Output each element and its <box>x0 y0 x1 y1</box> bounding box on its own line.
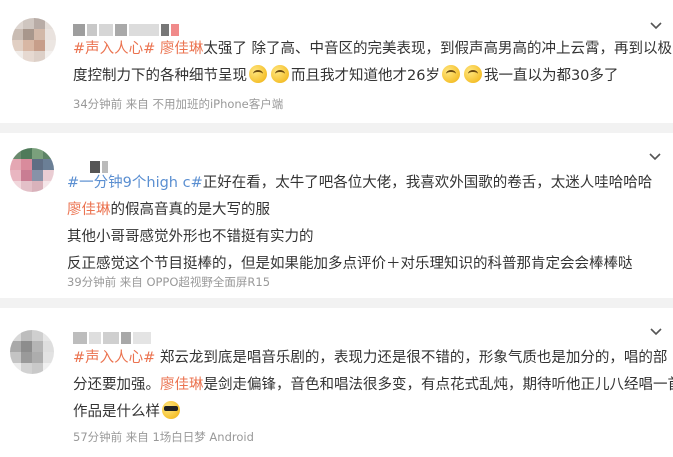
comment-meta: 57分钟前 来自 1场白日梦 Android <box>73 430 254 444</box>
comment-card-2: #一分钟9个high c#正好在看，太牛了吧各位大佬，我喜欢外国歌的卷舌，太迷人… <box>0 133 673 298</box>
topic-link[interactable]: #声入人心# <box>73 41 155 57</box>
chevron-down-icon[interactable] <box>649 153 661 165</box>
smirk-emoji-icon <box>441 65 460 83</box>
comment-line: 其他小哥哥感觉外形也不错挺有实力的 <box>67 224 652 251</box>
chevron-down-icon[interactable] <box>650 328 662 340</box>
comment-text-segment: 反正感觉这个节目挺棒的，但是如果能加多点评价＋对乐理知识的科普那肯定会会棒棒哒 <box>67 256 633 272</box>
chevron-down-icon[interactable] <box>650 22 662 34</box>
comment-text: #声入人心# 郑云龙到底是唱音乐剧的，表现力还是很不错的，形象气质也是加分的，唱… <box>73 345 673 426</box>
comment-text-segment: 分还要加强。 <box>73 377 160 393</box>
comment-card-1: #声入人心# 廖佳琳太强了 除了高、中音区的完美表现，到假声高男高的冲上云霄，再… <box>0 0 673 123</box>
comment-meta: 34分钟前 来自 不用加班的iPhone客户端 <box>73 97 284 111</box>
cool-emoji-icon <box>162 401 180 419</box>
comment-line: #声入人心# 郑云龙到底是唱音乐剧的，表现力还是很不错的，形象气质也是加分的，唱… <box>73 345 673 372</box>
comment-line: 度控制力下的各种细节呈现 而且我才知道他才26岁 我一直以为都30多了 <box>73 63 672 90</box>
comment-text-segment: 其他小哥哥感觉外形也不错挺有实力的 <box>67 229 314 245</box>
comment-line: 作品是什么样 <box>73 399 673 426</box>
username-redacted[interactable] <box>73 19 181 36</box>
comment-text-segment: 郑云龙到底是唱音乐剧的，表现力还是很不错的，形象气质也是加分的，唱的部 <box>155 350 668 366</box>
separator <box>0 123 673 133</box>
topic-link[interactable]: #一分钟9个high c# <box>67 175 203 191</box>
comment-line: #声入人心# 廖佳琳太强了 除了高、中音区的完美表现，到假声高男高的冲上云霄，再… <box>73 36 672 63</box>
comment-card-3: #声入人心# 郑云龙到底是唱音乐剧的，表现力还是很不错的，形象气质也是加分的，唱… <box>0 308 673 457</box>
avatar[interactable] <box>10 148 54 192</box>
comment-text-segment: 作品是什么样 <box>73 404 160 420</box>
comment-text-segment: 太强了 除了高、中音区的完美表现，到假声高男高的冲上云霄，再到以极 <box>203 41 673 57</box>
comment-text-segment: 是剑走偏锋，音色和唱法很多变，有点花式乱炖，期待听他正儿八经唱一首 <box>203 377 673 393</box>
topic-link[interactable]: #声入人心# <box>73 350 155 366</box>
avatar[interactable] <box>10 330 54 374</box>
username-redacted[interactable] <box>90 156 110 173</box>
comment-meta: 39分钟前 来自 OPPO超视野全面屏R15 <box>67 275 271 289</box>
topic-link[interactable]: 廖佳琳 <box>160 41 204 57</box>
smirk-emoji-icon <box>249 65 267 83</box>
comment-text-segment: 度控制力下的各种细节呈现 <box>73 68 247 84</box>
comment-text: #一分钟9个high c#正好在看，太牛了吧各位大佬，我喜欢外国歌的卷舌，太迷人… <box>67 170 652 278</box>
comment-text-segment: 正好在看，太牛了吧各位大佬，我喜欢外国歌的卷舌，太迷人哇哈哈哈 <box>202 175 653 191</box>
topic-link[interactable]: 廖佳琳 <box>160 377 204 393</box>
comment-text-segment: 我一直以为都30多了 <box>483 68 619 84</box>
avatar-mosaic <box>10 148 54 192</box>
comment-line: #一分钟9个high c#正好在看，太牛了吧各位大佬，我喜欢外国歌的卷舌，太迷人… <box>67 170 652 197</box>
comment-line: 分还要加强。廖佳琳是剑走偏锋，音色和唱法很多变，有点花式乱炖，期待听他正儿八经唱… <box>73 372 673 399</box>
username-redacted[interactable] <box>73 327 153 344</box>
topic-link[interactable]: 廖佳琳 <box>67 202 111 218</box>
comment-text-segment: 的假高音真的是大写的服 <box>110 202 271 218</box>
comment-text: #声入人心# 廖佳琳太强了 除了高、中音区的完美表现，到假声高男高的冲上云霄，再… <box>73 36 672 90</box>
comment-text-segment: 而且我才知道他才26岁 <box>291 68 440 84</box>
avatar-mosaic <box>10 330 54 374</box>
smirk-emoji-icon <box>463 65 482 83</box>
smirk-emoji-icon <box>271 65 289 83</box>
separator <box>0 298 673 308</box>
avatar-mosaic <box>12 18 56 62</box>
comment-line: 廖佳琳的假高音真的是大写的服 <box>67 197 652 224</box>
avatar[interactable] <box>12 18 56 62</box>
